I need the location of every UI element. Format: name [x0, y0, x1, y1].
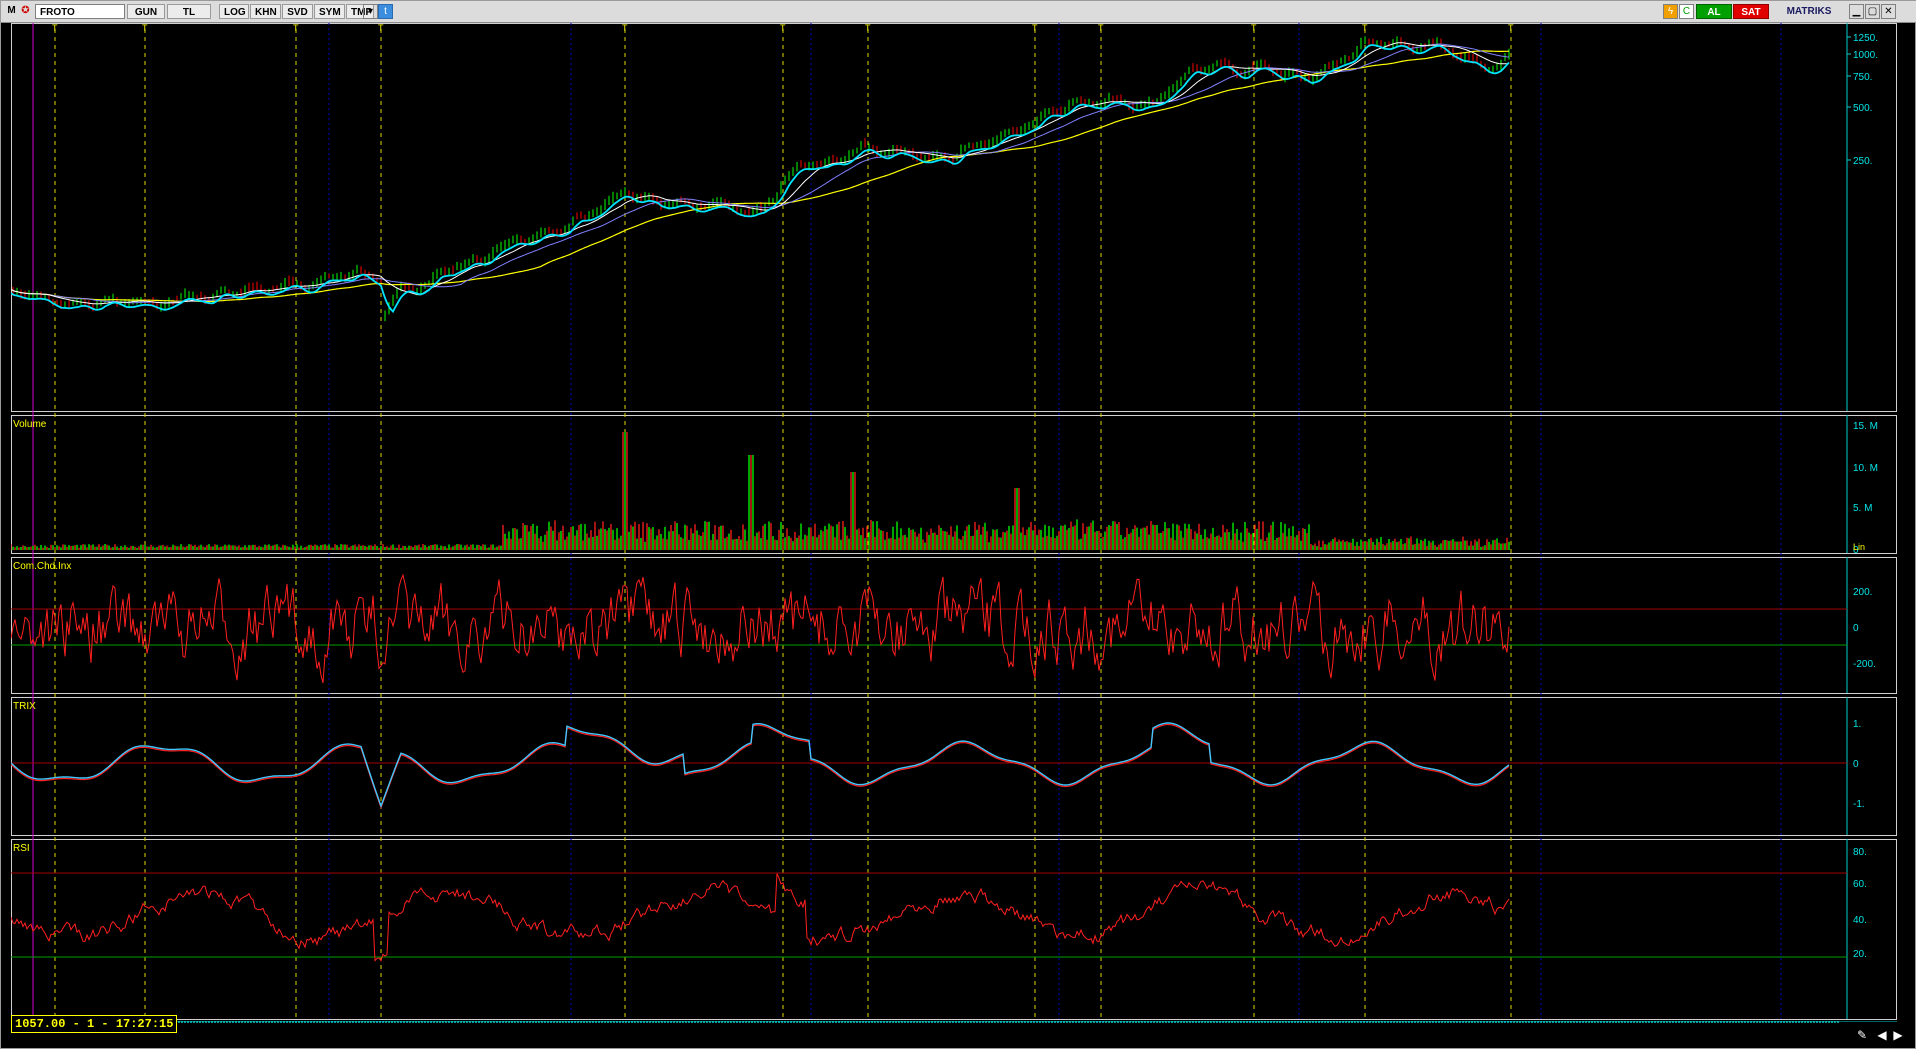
price-panel-border — [11, 23, 1897, 412]
sym-button[interactable]: SYM — [314, 4, 345, 19]
matriks-logo: M — [7, 5, 16, 16]
rsi-tick-label: 20. — [1853, 949, 1867, 960]
trix-tick-label: 1. — [1853, 719, 1861, 730]
trix-title: TRIX — [13, 701, 36, 712]
buy-button[interactable]: AL — [1696, 4, 1732, 19]
cci-tick-label: 0 — [1853, 623, 1859, 634]
rsi-tick-label: 80. — [1853, 847, 1867, 858]
cci-line — [10, 573, 1510, 684]
x-axis-line — [11, 1021, 1897, 1022]
dropdown-arrow-icon[interactable]: ▾ — [363, 4, 378, 19]
marker-label: T — [1251, 23, 1257, 33]
volume-tick-label: 5. M — [1853, 503, 1872, 514]
currency-button[interactable]: TL — [167, 4, 211, 19]
twitter-icon[interactable]: t — [378, 4, 393, 19]
marker-label: T — [142, 23, 148, 33]
sell-button[interactable]: SAT — [1733, 4, 1769, 19]
trix-tick-label: -1. — [1853, 799, 1865, 810]
cci-panel-border — [11, 557, 1897, 694]
cci-title: Com.Chd.Inx — [13, 561, 71, 572]
log-button[interactable]: LOG — [219, 4, 249, 19]
marker-label: T — [52, 23, 58, 33]
marker-label: T — [378, 23, 384, 33]
moving-average-short — [10, 42, 1510, 305]
symbol-icon[interactable]: ✪ — [18, 4, 33, 19]
settings-icon[interactable]: ✎ — [1853, 1026, 1871, 1044]
trix-signal-line — [10, 723, 1510, 810]
lightning-icon[interactable]: ϟ — [1663, 4, 1678, 19]
price-tick-label: 1000. — [1853, 50, 1878, 61]
volume-title: Volume — [13, 419, 47, 430]
toolbar: M ✪ FROTO GUN TL LOG KHN SVD SYM TMP ▾ t… — [1, 1, 1916, 23]
rsi-tick-label: 60. — [1853, 879, 1867, 890]
minimize-icon[interactable]: ▁ — [1849, 4, 1864, 19]
rsi-title: RSI — [13, 843, 30, 854]
trix-line — [10, 722, 1510, 809]
volume-scale-label: Lin — [1853, 542, 1865, 552]
moving-average-long — [10, 50, 1510, 303]
volume-panel-border — [11, 415, 1897, 554]
volume-tick-label: 15. M — [1853, 421, 1878, 432]
marker-label: T — [293, 23, 299, 33]
khn-button[interactable]: KHN — [250, 4, 281, 19]
brand-label: MATRIKS — [1775, 4, 1843, 19]
rsi-tick-label: 40. — [1853, 915, 1867, 926]
marker-label: T — [622, 23, 628, 33]
moving-average-fast — [10, 44, 1510, 314]
rsi-line — [10, 873, 1510, 962]
svd-button[interactable]: SVD — [282, 4, 313, 19]
cci-tick-label: 200. — [1853, 587, 1872, 598]
symbol-field[interactable]: FROTO — [35, 4, 125, 19]
marker-label: T — [1362, 23, 1368, 33]
refresh-icon[interactable]: C — [1679, 4, 1694, 19]
moving-average-mid — [10, 43, 1510, 304]
chart-area[interactable]: T T T T T T T T T T T T 1250. 1000. 750. 500. 250. 15. M 1… — [10, 23, 1907, 1038]
trix-tick-label: 0 — [1853, 759, 1859, 770]
marker-label: T — [1098, 23, 1104, 33]
maximize-icon[interactable]: ▢ — [1865, 4, 1880, 19]
cci-tick-label: -200. — [1853, 659, 1876, 670]
marker-label: T — [865, 23, 871, 33]
price-tick-label: 250. — [1853, 156, 1872, 167]
chart-window: M ✪ FROTO GUN TL LOG KHN SVD SYM TMP ▾ t… — [0, 0, 1916, 1049]
period-button[interactable]: GUN — [127, 4, 165, 19]
close-icon[interactable]: ✕ — [1881, 4, 1896, 19]
marker-label: T — [1032, 23, 1038, 33]
scroll-right-icon[interactable]: ▶ — [1889, 1026, 1907, 1044]
trix-panel-border — [11, 697, 1897, 836]
chart-canvas[interactable]: T T T T T T T T T T T T 1250. 1000. 750. 500. 250. 15. M 1… — [10, 23, 1907, 1038]
marker-label: T — [1508, 23, 1514, 33]
marker-label: T — [780, 23, 786, 33]
status-readout: 1057.00 - 1 - 17:27:15 — [11, 1015, 178, 1033]
rsi-panel-border — [11, 839, 1897, 1020]
price-tick-label: 1250. — [1853, 33, 1878, 44]
price-tick-label: 750. — [1853, 72, 1872, 83]
price-tick-label: 500. — [1853, 103, 1872, 114]
volume-tick-label: 10. M — [1853, 463, 1878, 474]
